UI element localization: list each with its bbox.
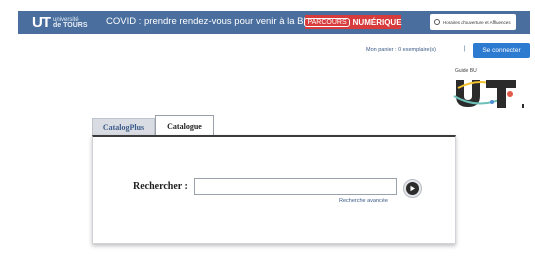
top-banner: UT université de TOURS COVID : prendre r… (18, 11, 530, 34)
login-button[interactable]: Se connecter (473, 43, 530, 58)
search-input[interactable] (194, 178, 397, 195)
search-label: Rechercher : (133, 181, 188, 192)
logo-wordmark-bottom: de TOURS (53, 21, 88, 29)
catalog-tabs: CatalogPlus Catalogue (92, 115, 214, 136)
play-triangle-icon (410, 185, 415, 192)
advanced-search-link[interactable]: Recherche avancée (339, 198, 388, 204)
guide-bu-logo[interactable] (452, 74, 530, 112)
horaires-label: Horaires d'ouverture et Affluences (443, 19, 511, 25)
logo-mark: UT (32, 14, 51, 31)
university-logo[interactable]: UT université de TOURS (32, 14, 88, 31)
separator: | (464, 46, 466, 52)
tab-catalogplus[interactable]: CatalogPlus (92, 118, 155, 136)
play-circle-icon (406, 182, 419, 195)
clock-icon (434, 19, 440, 25)
horaires-button[interactable]: Horaires d'ouverture et Affluences (430, 14, 516, 30)
search-submit-button[interactable] (403, 179, 422, 198)
parcours-label: NUMÉRIQUE (352, 17, 402, 27)
logo-wordmark: université de TOURS (53, 17, 88, 29)
parcours-box-label: PARCOURS (304, 17, 350, 27)
tab-catalogue[interactable]: Catalogue (155, 115, 214, 136)
parcours-numerique-button[interactable]: PARCOURS NUMÉRIQUE (304, 15, 402, 29)
basket-link[interactable]: Mon panier : 0 exemplaire(s) (366, 47, 436, 53)
covid-appointment-link[interactable]: COVID : prendre rendez-vous pour venir à… (106, 16, 310, 27)
